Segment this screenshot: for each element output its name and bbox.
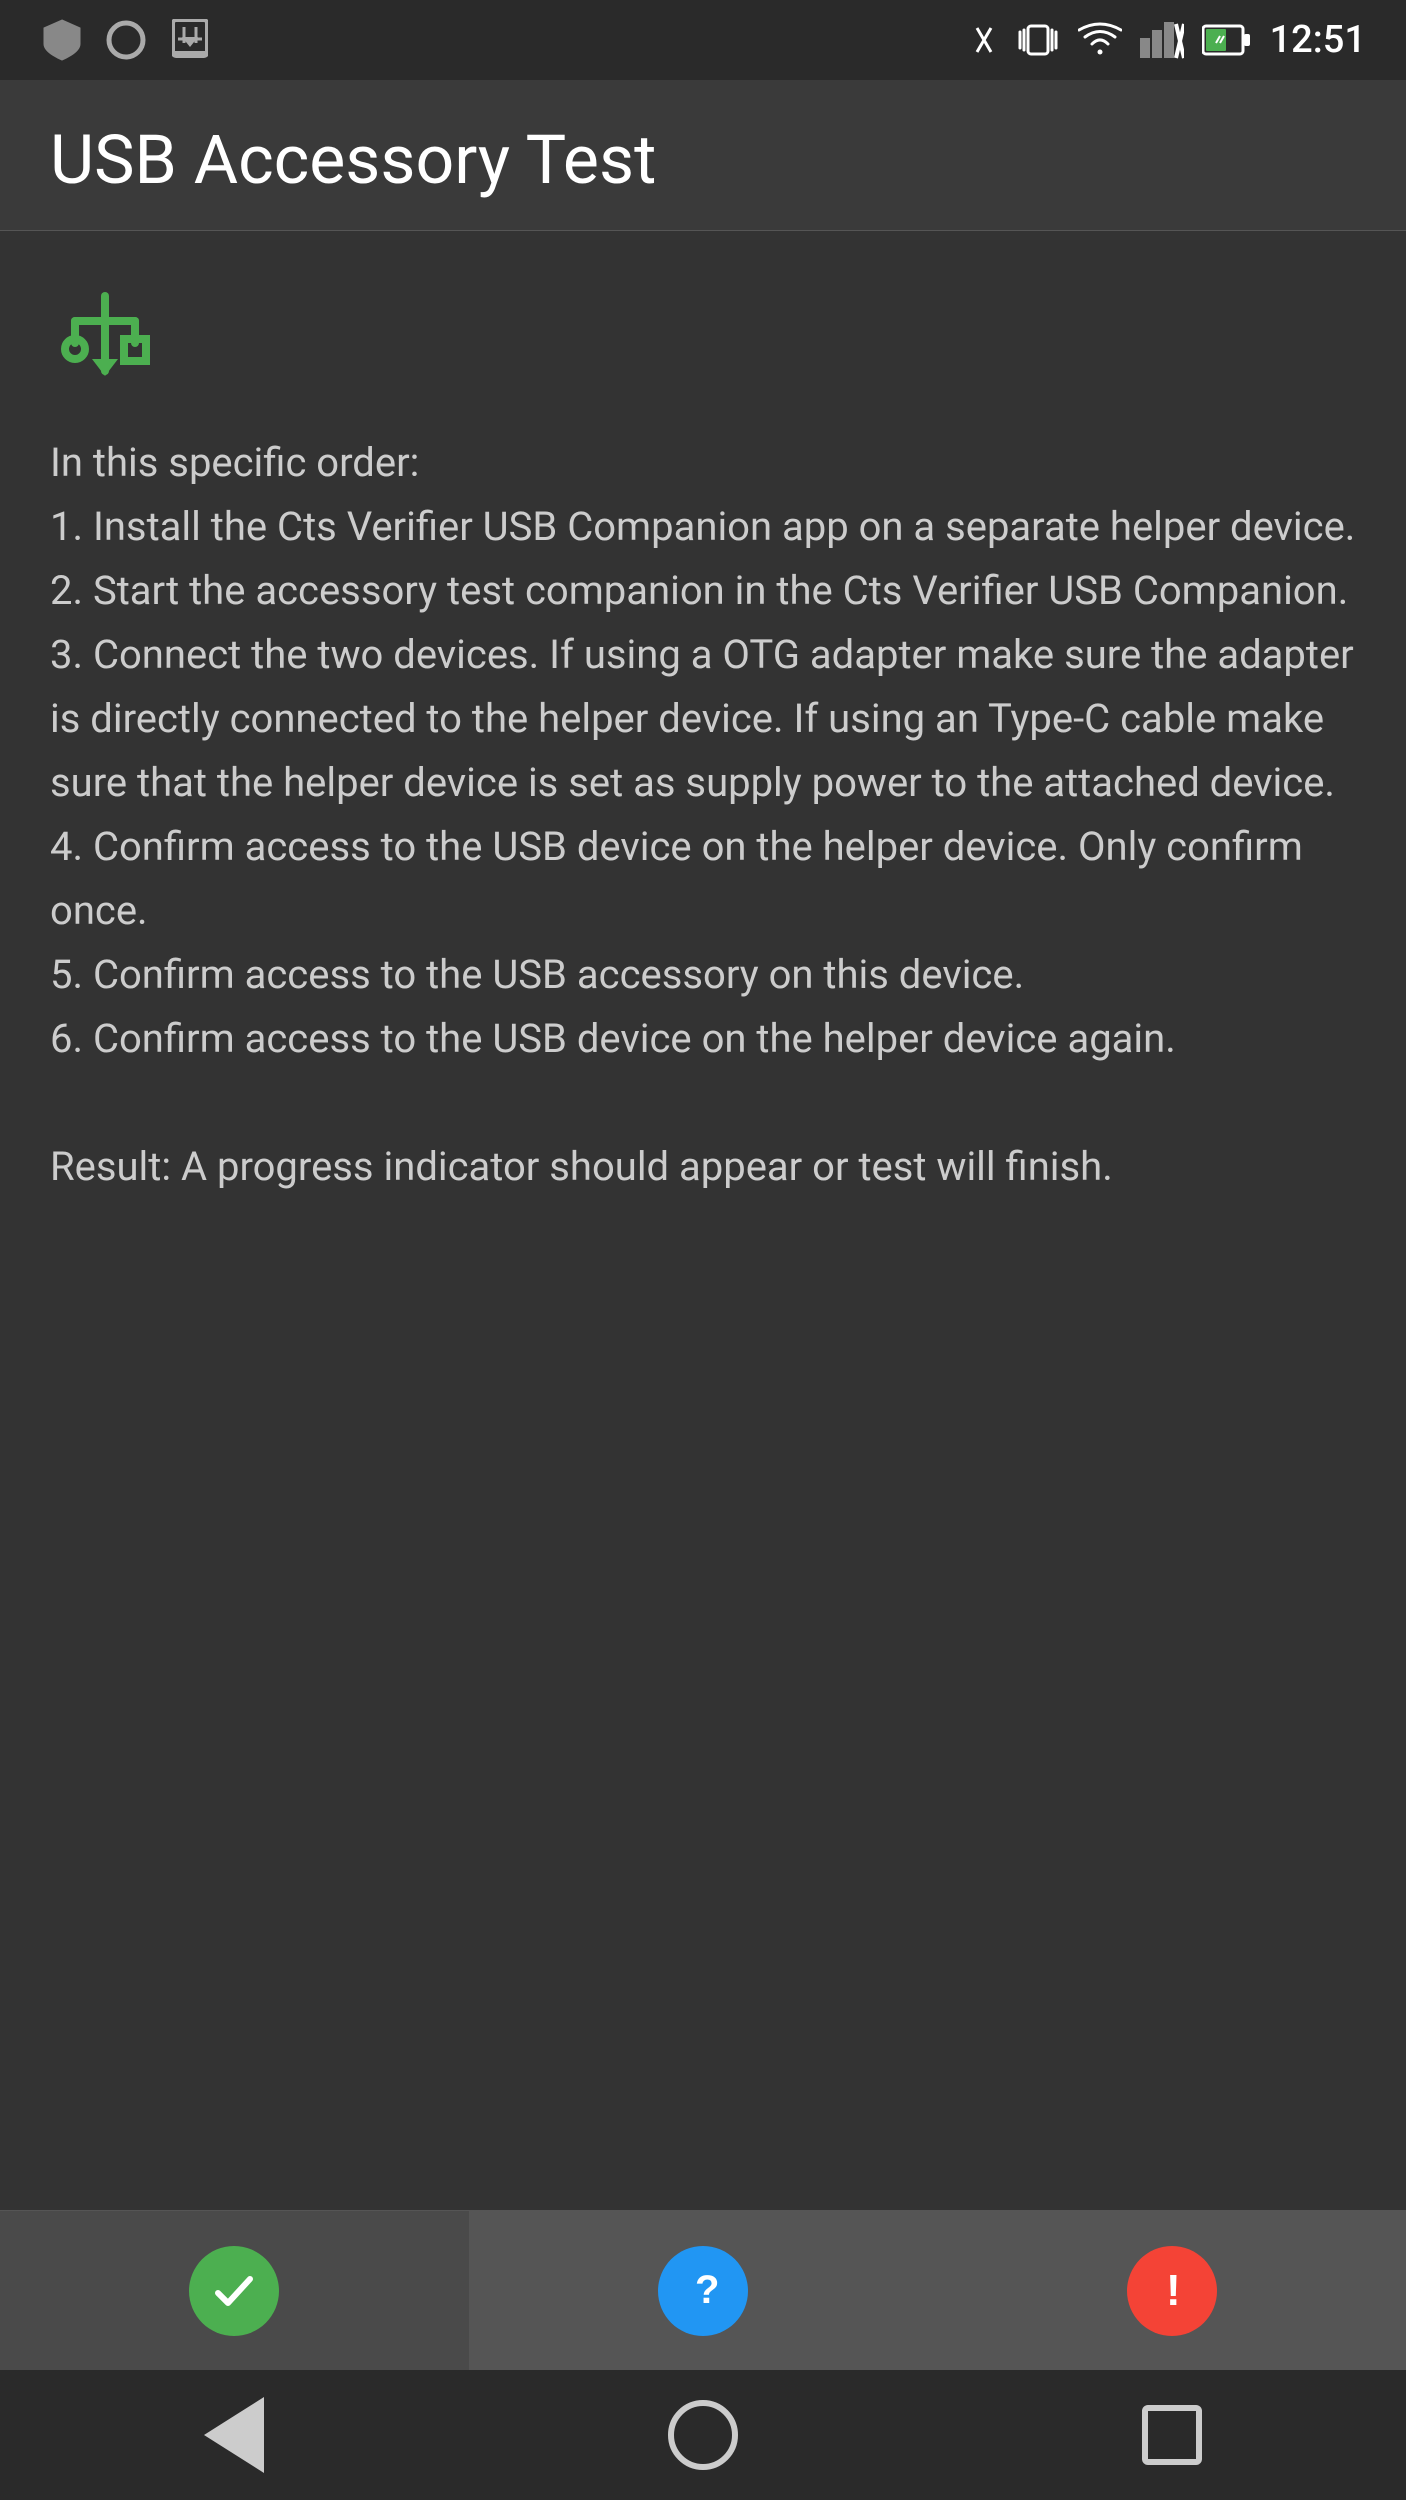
nav-back-button[interactable] — [189, 2390, 279, 2480]
signal-off-icon — [1140, 18, 1184, 62]
download-icon — [168, 18, 212, 62]
nav-bar — [0, 2370, 1406, 2500]
wifi-icon — [1078, 22, 1122, 58]
status-bar: 12:51 — [0, 0, 1406, 80]
shield-icon — [40, 18, 84, 62]
battery-icon — [1202, 18, 1252, 62]
bluetooth-icon — [970, 18, 998, 62]
info-icon: ? — [658, 2246, 748, 2336]
main-content: In this specific order: 1. Install the C… — [0, 231, 1406, 2210]
usb-icon — [50, 281, 1356, 391]
action-bar: ? ! — [0, 2210, 1406, 2370]
app-header: USB Accessory Test — [0, 80, 1406, 231]
page-title: USB Accessory Test — [50, 120, 1356, 200]
back-icon — [204, 2397, 264, 2473]
status-bar-right-icons: 12:51 — [970, 18, 1366, 62]
pass-icon — [189, 2246, 279, 2336]
nav-home-button[interactable] — [658, 2390, 748, 2480]
info-button[interactable]: ? — [469, 2211, 938, 2370]
circle-icon — [104, 18, 148, 62]
svg-text:?: ? — [695, 2268, 719, 2312]
status-bar-left-icons — [40, 18, 212, 62]
recents-icon — [1142, 2405, 1202, 2465]
nav-recents-button[interactable] — [1127, 2390, 1217, 2480]
home-icon — [668, 2400, 738, 2470]
instructions-text: In this specific order: 1. Install the C… — [50, 431, 1356, 1199]
fail-button[interactable]: ! — [937, 2211, 1406, 2370]
fail-icon: ! — [1127, 2246, 1217, 2336]
time-display: 12:51 — [1270, 18, 1366, 62]
vibrate-icon — [1016, 18, 1060, 62]
pass-button[interactable] — [0, 2211, 469, 2370]
svg-text:!: ! — [1166, 2266, 1181, 2315]
